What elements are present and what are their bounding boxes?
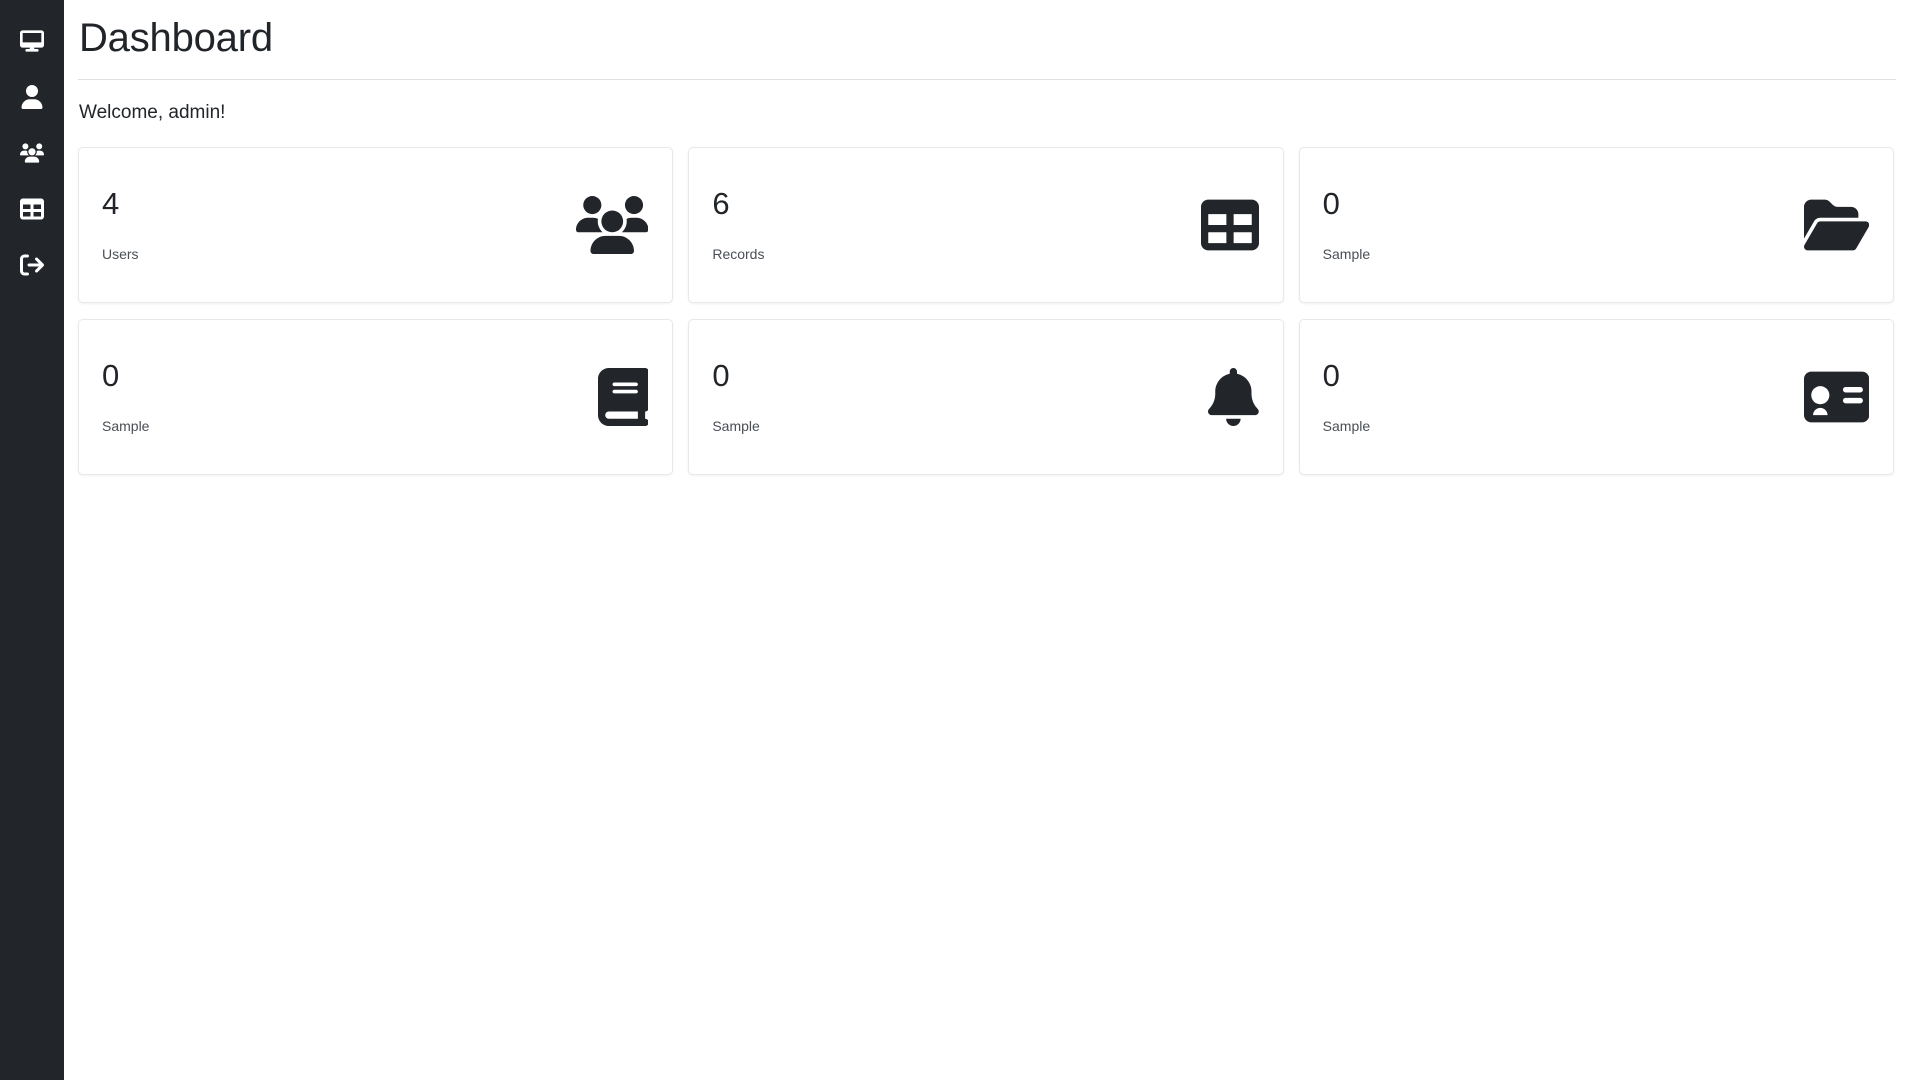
stat-card-label: Sample (1322, 418, 1371, 435)
stat-card-users[interactable]: 4 Users (78, 146, 674, 303)
stat-card-label: Sample (102, 418, 150, 435)
sidebar-item-dashboard[interactable] (0, 13, 64, 69)
stat-card-text: 0 Sample (712, 360, 759, 433)
stat-card-text: 0 Sample (102, 360, 149, 433)
stat-card-value: 0 (1322, 358, 1340, 394)
main-content: Dashboard Welcome, admin! 4 Users 6 Reco… (64, 0, 1920, 1080)
sidebar-item-logout[interactable] (0, 237, 64, 293)
welcome-message: Welcome, admin! (79, 102, 226, 123)
stat-card-text: 6 Records (712, 188, 764, 261)
users-icon (20, 141, 44, 165)
table-icon (1200, 196, 1259, 254)
book-icon (597, 367, 649, 426)
stat-card-value: 0 (102, 358, 120, 394)
stat-card-text: 0 Sample (1323, 360, 1370, 433)
sidebar-item-users[interactable] (0, 125, 64, 181)
stat-card-text: 4 Users (102, 188, 139, 261)
users-icon (575, 195, 649, 254)
stat-card-text: 0 Sample (1323, 188, 1370, 261)
sign-out-icon (20, 253, 44, 277)
sidebar-item-records[interactable] (0, 181, 64, 237)
stat-card-grid: 4 Users 6 Records 0 Sample 0 Sample 0 Sa… (78, 146, 1896, 475)
desktop-icon (20, 29, 44, 53)
folder-open-icon (1803, 196, 1869, 254)
stat-card-records[interactable]: 6 Records (688, 146, 1284, 303)
stat-card-label: Records (712, 246, 765, 263)
app-root: Dashboard Welcome, admin! 4 Users 6 Reco… (0, 0, 1920, 1080)
stat-card-label: Sample (712, 418, 760, 435)
user-icon (20, 85, 44, 109)
header-divider (78, 79, 1896, 80)
stat-card-value: 4 (102, 186, 120, 222)
stat-card-sample-book[interactable]: 0 Sample (78, 318, 674, 475)
stat-card-value: 0 (1322, 186, 1340, 222)
id-card-icon (1803, 368, 1869, 426)
page-title: Dashboard (79, 16, 273, 60)
stat-card-sample-folder[interactable]: 0 Sample (1298, 146, 1894, 303)
stat-card-sample-idcard[interactable]: 0 Sample (1298, 318, 1894, 475)
table-list-icon (20, 197, 44, 221)
stat-card-value: 0 (712, 358, 730, 394)
stat-card-label: Sample (1322, 246, 1371, 263)
sidebar (0, 0, 64, 1080)
sidebar-item-profile[interactable] (0, 69, 64, 125)
stat-card-label: Users (102, 246, 139, 263)
bell-icon (1207, 367, 1259, 426)
stat-card-value: 6 (712, 186, 730, 222)
stat-card-sample-bell[interactable]: 0 Sample (688, 318, 1284, 475)
